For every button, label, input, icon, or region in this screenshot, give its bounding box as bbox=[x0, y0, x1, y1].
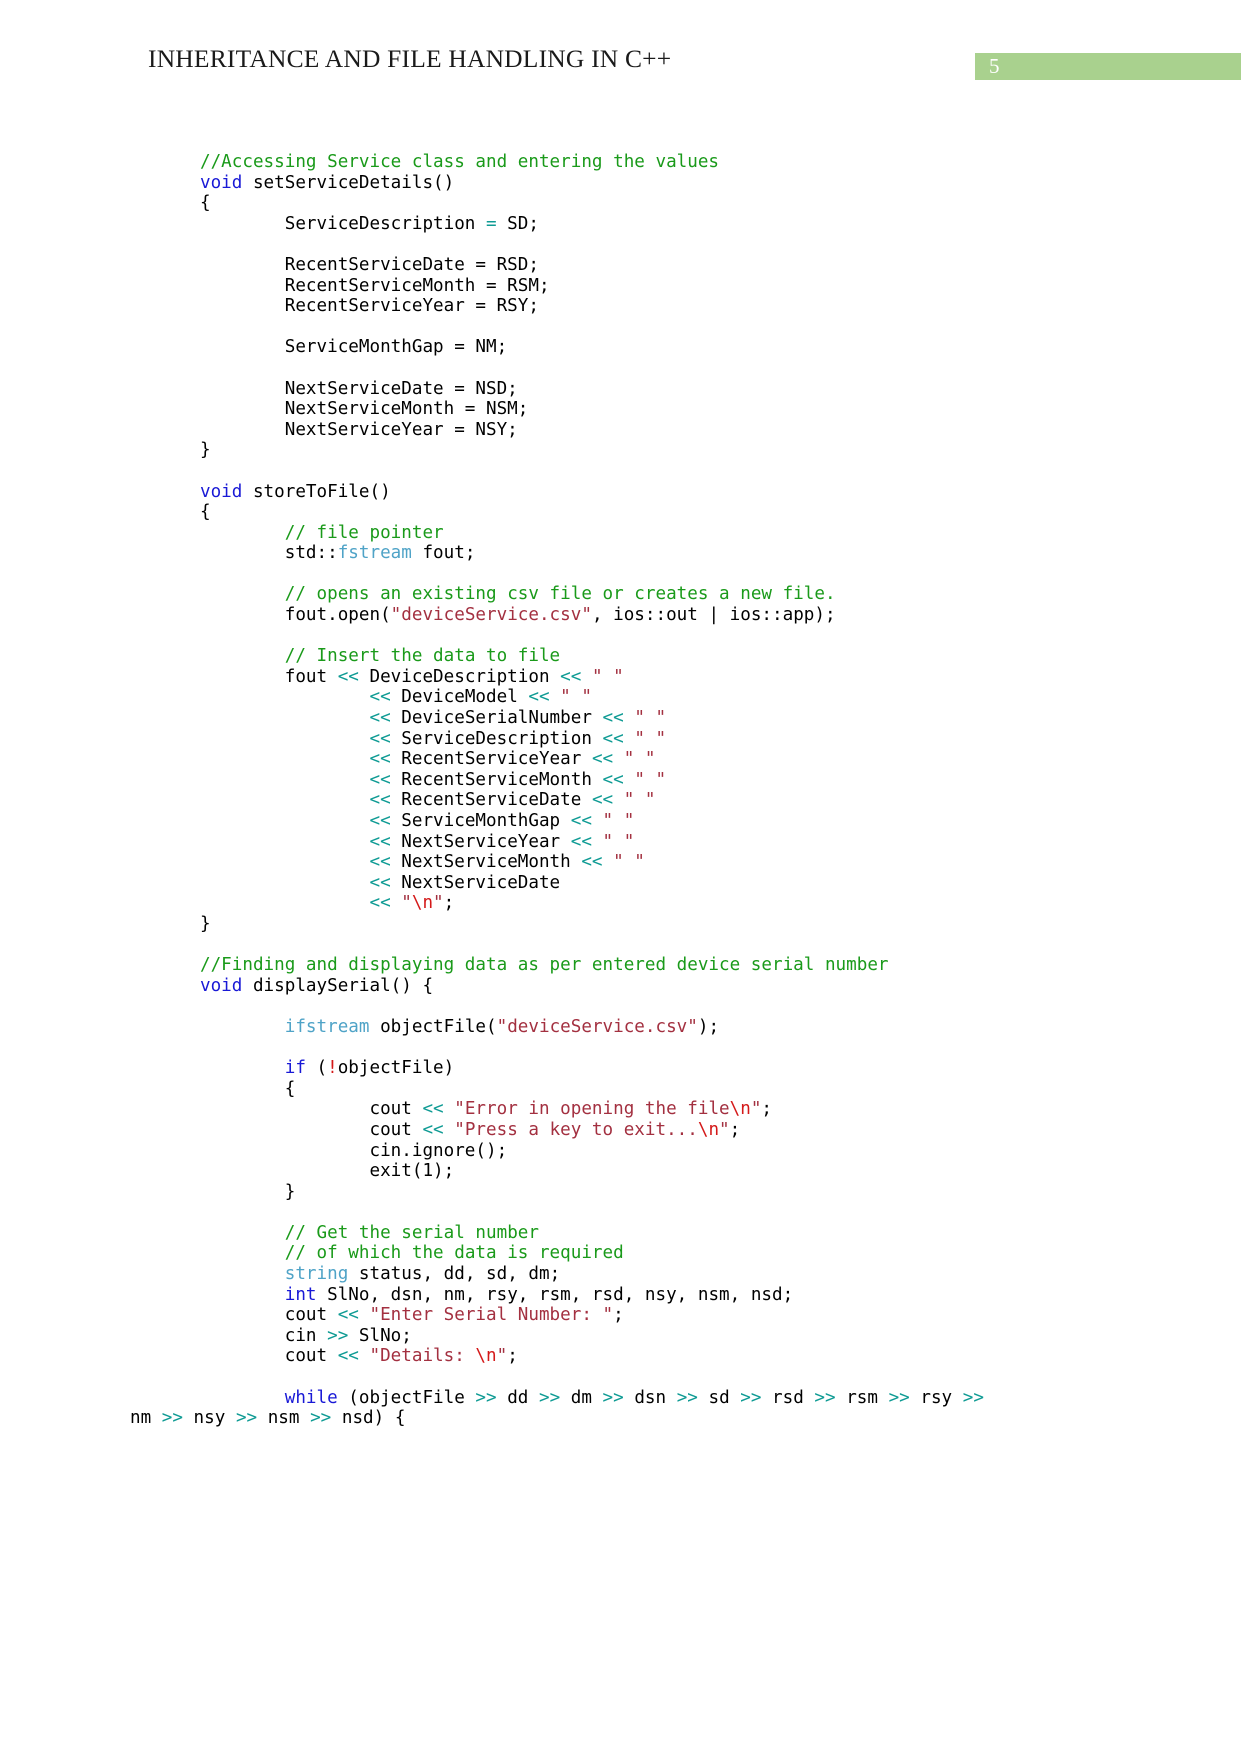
code-line: << ServiceDescription << " " bbox=[369, 728, 667, 749]
code-line: NextServiceDate = NSD; bbox=[200, 378, 518, 399]
code-line: { bbox=[200, 502, 211, 523]
code-line: RecentServiceYear = RSY; bbox=[200, 296, 539, 317]
document-page: INHERITANCE AND FILE HANDLING IN C++ 5 /… bbox=[0, 0, 1241, 1754]
code-line: cout << "Details: \n"; bbox=[200, 1346, 518, 1367]
page-header: INHERITANCE AND FILE HANDLING IN C++ 5 bbox=[0, 44, 1241, 92]
code-line: void setServiceDetails() bbox=[200, 172, 455, 193]
code-line: void displaySerial() { bbox=[200, 975, 434, 996]
code-line: << DeviceModel << " " bbox=[369, 687, 592, 708]
code-line: RecentServiceDate = RSD; bbox=[200, 254, 539, 275]
code-line: int SlNo, dsn, nm, rsy, rsm, rsd, nsy, n… bbox=[284, 1284, 794, 1305]
code-line: << DeviceSerialNumber << " " bbox=[369, 708, 667, 729]
code-line: << NextServiceYear << " " bbox=[369, 831, 635, 852]
code-line: while (objectFile >> dd >> dm >> dsn >> … bbox=[284, 1387, 984, 1408]
code-line: << RecentServiceYear << " " bbox=[369, 749, 656, 770]
code-line: { bbox=[200, 193, 211, 214]
code-line: << NextServiceDate bbox=[369, 872, 561, 893]
code-line: NextServiceYear = NSY; bbox=[200, 419, 518, 440]
code-line: NextServiceMonth = NSM; bbox=[200, 399, 529, 420]
code-line: << NextServiceMonth << " " bbox=[369, 852, 645, 873]
code-line: ifstream objectFile("deviceService.csv")… bbox=[284, 1016, 720, 1037]
code-line: << RecentServiceMonth << " " bbox=[369, 769, 667, 790]
code-line: { bbox=[200, 1078, 296, 1099]
code-line: } bbox=[200, 913, 211, 934]
code-line: << ServiceMonthGap << " " bbox=[369, 811, 635, 831]
code-listing: //Accessing Service class and entering t… bbox=[0, 152, 1241, 1429]
code-line: fout.open("deviceService.csv", ios::out … bbox=[200, 605, 836, 626]
code-line: << "\n"; bbox=[369, 893, 455, 914]
code-line: ServiceMonthGap = NM; bbox=[200, 337, 508, 358]
code-line: // of which the data is required bbox=[284, 1243, 624, 1264]
code-line: } bbox=[200, 440, 211, 461]
code-line: nm >> nsy >> nsm >> nsd) { bbox=[130, 1408, 406, 1429]
code-line: // file pointer bbox=[284, 522, 444, 543]
code-line: // Get the serial number bbox=[284, 1222, 539, 1243]
code-line: fout << DeviceDescription << " " bbox=[200, 666, 624, 687]
page-title: INHERITANCE AND FILE HANDLING IN C++ bbox=[148, 44, 672, 73]
code-line: void storeToFile() bbox=[200, 481, 391, 502]
code-line: std::fstream fout; bbox=[200, 543, 476, 564]
code-line: //Accessing Service class and entering t… bbox=[200, 152, 720, 172]
code-line: cout << "Press a key to exit...\n"; bbox=[200, 1119, 741, 1140]
code-line: } bbox=[200, 1181, 296, 1202]
code-line: RecentServiceMonth = RSM; bbox=[200, 275, 550, 296]
code-line: exit(1); bbox=[200, 1161, 455, 1182]
code-line: cin >> SlNo; bbox=[200, 1325, 412, 1346]
code-line: ServiceDescription = SD; bbox=[200, 213, 539, 234]
code-line: if (!objectFile) bbox=[284, 1058, 455, 1079]
code-line: cin.ignore(); bbox=[200, 1140, 508, 1161]
code-line: //Finding and displaying data as per ent… bbox=[200, 955, 889, 976]
page-number-text: 5 bbox=[989, 54, 1000, 78]
code-line: // Insert the data to file bbox=[284, 646, 561, 667]
page-number-badge: 5 bbox=[975, 53, 1241, 80]
code-line: cout << "Error in opening the file\n"; bbox=[200, 1099, 773, 1120]
code-line: << RecentServiceDate << " " bbox=[369, 790, 656, 811]
code-line: string status, dd, sd, dm; bbox=[284, 1264, 561, 1285]
code-line: // opens an existing csv file or creates… bbox=[284, 584, 836, 605]
code-line: cout << "Enter Serial Number: "; bbox=[200, 1305, 624, 1326]
